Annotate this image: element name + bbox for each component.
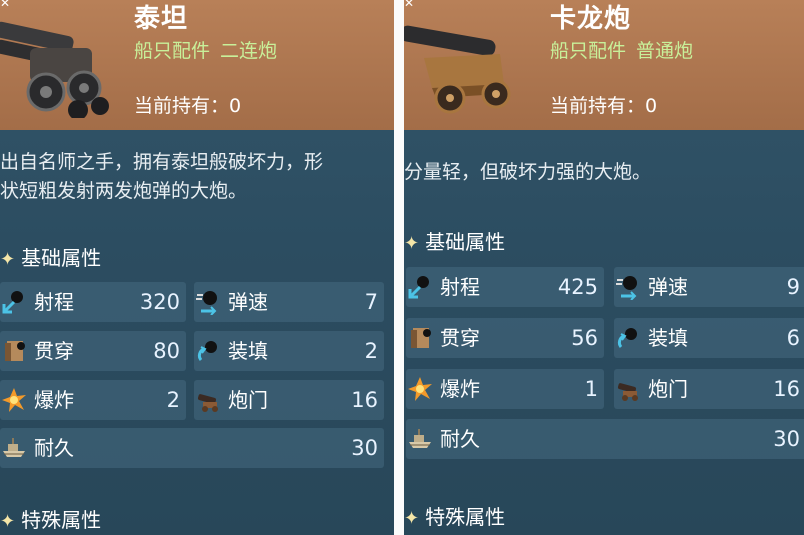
description-line: 分量轻，但破坏力强的大炮。 (404, 161, 652, 183)
durability-icon (409, 429, 431, 448)
owned-label: 当前持有： (134, 95, 230, 117)
pierce-icon (411, 328, 431, 348)
range-icon (2, 291, 23, 314)
stat-value: 30 (773, 427, 800, 451)
description-line: 出自名师之手，拥有泰坦般破坏力，形 (0, 151, 324, 173)
stat-value: 425 (557, 275, 598, 299)
stat-label: 爆炸 (440, 377, 480, 401)
shell-speed-icon (616, 276, 637, 300)
description-line: 状短粗发射两发炮弹的大炮。 (0, 180, 248, 202)
explosion-icon (2, 388, 26, 412)
section-label: 特殊属性 (425, 505, 506, 529)
special-attributes-heading: ✦ 特殊属性 (404, 503, 505, 533)
stat-value: 2 (166, 388, 180, 412)
shell-speed-icon (196, 291, 217, 315)
item-subtype: 二连炮 (220, 40, 278, 62)
special-attributes-heading: ✦ 特殊属性 (0, 506, 101, 535)
stat-label: 爆炸 (34, 388, 74, 412)
pierce-icon (5, 341, 25, 361)
stat-label: 射程 (34, 290, 74, 314)
item-description: 分量轻，但破坏力强的大炮。 (404, 158, 651, 187)
sparkle-icon: ✦ (404, 233, 420, 254)
stat-value: 80 (153, 339, 180, 363)
item-name: 泰坦 (134, 4, 189, 34)
basic-attributes-heading: ✦ 基础属性 (0, 244, 101, 274)
item-category: 船只配件 (134, 40, 211, 62)
sparkle-icon: ✦ (0, 249, 16, 270)
stat-reload: 装填 2 (194, 331, 384, 371)
stat-pierce: 贯穿 56 (406, 318, 604, 358)
item-card-carronade: ✕ 卡龙炮 船只配件 普通炮 当前持有：0 分量轻，但破坏力强的大炮。 ✦ 基础属性… (404, 0, 804, 535)
section-label: 基础属性 (425, 230, 506, 254)
stat-shell-speed: 弹速 9 (614, 267, 804, 307)
item-header: ✕ 泰坦 船只配件 二连炮 当前持有：0 (0, 0, 394, 130)
stat-label: 装填 (228, 339, 268, 363)
item-card-titan: ✕ 泰坦 船只配件 二连炮 当前持有：0 出自名师之手，拥有泰坦般破坏力，形 状短… (0, 0, 394, 535)
stat-label: 耐久 (440, 427, 480, 451)
stat-value: 320 (139, 290, 180, 314)
stat-cannon-ports: 炮门 16 (194, 380, 384, 420)
item-name: 卡龙炮 (550, 4, 632, 34)
twin-cannon-icon (0, 21, 109, 118)
carronade-icon (404, 25, 511, 114)
stat-durability: 耐久 30 (406, 419, 804, 459)
sparkle-icon: ✦ (0, 511, 16, 532)
stat-label: 弹速 (648, 275, 688, 299)
section-label: 基础属性 (21, 246, 102, 270)
stat-value: 7 (364, 290, 378, 314)
stat-range: 射程 320 (0, 282, 186, 322)
close-icon[interactable]: ✕ (0, 0, 12, 9)
stat-value: 6 (786, 326, 800, 350)
section-label: 特殊属性 (21, 508, 102, 532)
stat-label: 装填 (648, 326, 688, 350)
stat-value: 1 (584, 377, 598, 401)
stat-label: 耐久 (34, 436, 74, 460)
basic-attributes-heading: ✦ 基础属性 (404, 228, 505, 258)
item-subtype: 普通炮 (636, 40, 694, 62)
stat-range: 射程 425 (406, 267, 604, 307)
cannon-port-icon (197, 394, 218, 412)
stat-value: 2 (364, 339, 378, 363)
cannon-port-icon (617, 383, 638, 401)
stat-label: 贯穿 (34, 339, 74, 363)
range-icon (408, 276, 429, 299)
owned-value: 0 (229, 95, 242, 117)
stat-value: 56 (571, 326, 598, 350)
stat-value: 16 (773, 377, 800, 401)
stat-reload: 装填 6 (614, 318, 804, 358)
stat-value: 9 (786, 275, 800, 299)
item-header: ✕ 卡龙炮 船只配件 普通炮 当前持有：0 (404, 0, 804, 130)
owned-count: 当前持有：0 (134, 93, 241, 119)
sparkle-icon: ✦ (404, 508, 420, 529)
item-type: 船只配件 普通炮 (550, 38, 693, 64)
durability-icon (3, 438, 25, 457)
item-category: 船只配件 (550, 40, 627, 62)
stat-value: 16 (351, 388, 378, 412)
owned-label: 当前持有： (550, 95, 646, 117)
stat-label: 射程 (440, 275, 480, 299)
reload-icon (197, 341, 217, 361)
stat-explosion: 爆炸 1 (406, 369, 604, 409)
owned-value: 0 (645, 95, 658, 117)
item-description: 出自名师之手，拥有泰坦般破坏力，形 状短粗发射两发炮弹的大炮。 (0, 148, 323, 206)
stat-cannon-ports: 炮门 16 (614, 369, 804, 409)
stat-label: 弹速 (228, 290, 268, 314)
stat-value: 30 (351, 436, 378, 460)
stat-durability: 耐久 30 (0, 428, 384, 468)
owned-count: 当前持有：0 (550, 93, 657, 119)
reload-icon (617, 328, 637, 348)
panel-divider (394, 0, 404, 535)
stat-label: 炮门 (648, 377, 688, 401)
explosion-icon (408, 377, 432, 401)
close-icon[interactable]: ✕ (404, 0, 416, 9)
item-type: 船只配件 二连炮 (134, 38, 277, 64)
stat-explosion: 爆炸 2 (0, 380, 186, 420)
stat-pierce: 贯穿 80 (0, 331, 186, 371)
stat-label: 炮门 (228, 388, 268, 412)
stat-label: 贯穿 (440, 326, 480, 350)
stat-shell-speed: 弹速 7 (194, 282, 384, 322)
